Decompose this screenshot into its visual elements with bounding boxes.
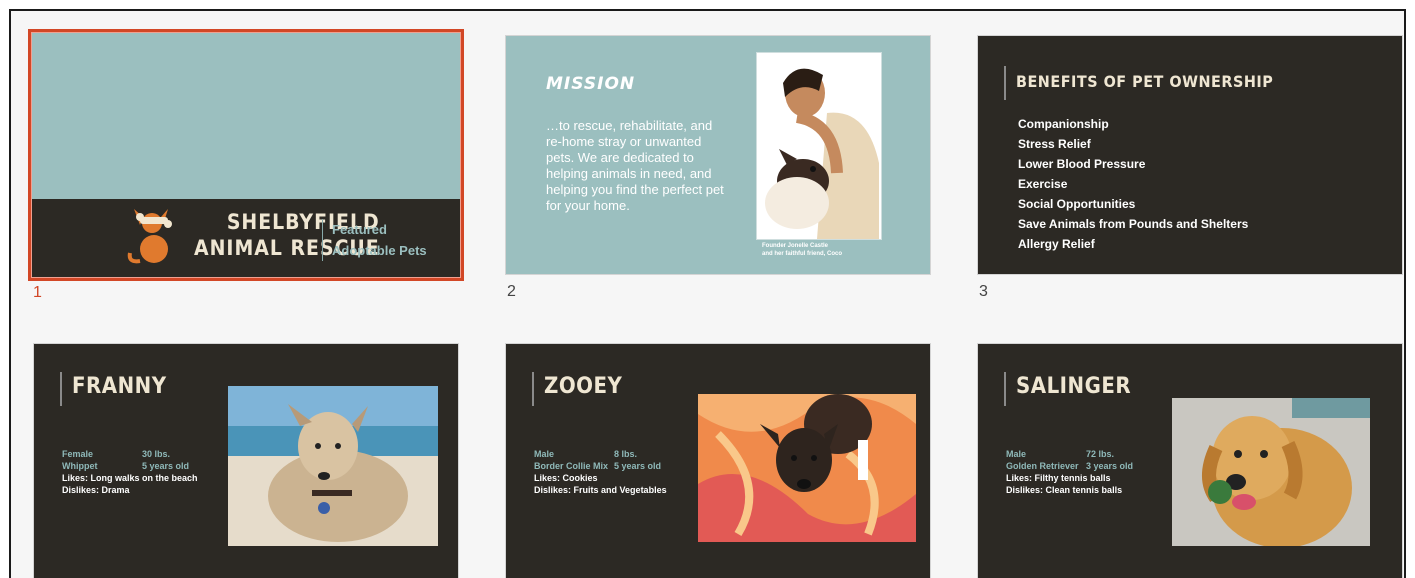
dog-breed: Whippet — [62, 461, 98, 471]
slide-2-canvas: MISSION …to rescue, rehabilitate, and re… — [505, 35, 931, 275]
slide-2-title: MISSION — [546, 74, 636, 94]
slide-thumbnail-6[interactable]: SALINGER Male 72 lbs. Golden Retriever 3 y… — [977, 343, 1403, 578]
dog-breed: Border Collie Mix — [534, 461, 609, 471]
list-item: Exercise — [1018, 177, 1068, 191]
mission-text: …to rescue, rehabilitate, and re-home st… — [546, 118, 724, 213]
slide-number: 1 — [33, 284, 42, 301]
slide-3-canvas: BENEFITS OF PET OWNERSHIP Companionship … — [977, 35, 1403, 275]
slide-1-canvas: SHELBYFIELD ANIMAL RESCUE Featured Adopt… — [28, 29, 464, 281]
founder-photo — [756, 52, 882, 240]
dog-photo — [698, 394, 916, 542]
dog-likes: Cookies — [562, 473, 598, 483]
list-item: Stress Relief — [1018, 137, 1091, 151]
dog-weight: 8 lbs. — [614, 449, 638, 459]
dog-age: 5 years old — [614, 461, 662, 471]
slide-4-canvas: FRANNY Female 30 lbs. Whippet 5 years old … — [33, 343, 459, 578]
list-item: Companionship — [1018, 117, 1109, 131]
slide-number: 3 — [979, 283, 988, 300]
title-accent-bar — [60, 372, 62, 406]
list-item: Social Opportunities — [1018, 197, 1136, 211]
dog-details: Female 30 lbs. Whippet 5 years old Likes: … — [62, 449, 198, 495]
dog-weight: 72 lbs. — [1086, 449, 1115, 459]
slide-3-title: BENEFITS OF PET OWNERSHIP — [1016, 72, 1274, 91]
dog-logo-icon — [127, 209, 172, 264]
slide-thumbnail-3[interactable]: BENEFITS OF PET OWNERSHIP Companionship … — [977, 35, 1403, 300]
benefits-list: Companionship Stress Relief Lower Blood … — [1018, 114, 1248, 254]
dog-name: ZOOEY — [544, 374, 623, 399]
dog-weight: 30 lbs. — [142, 449, 171, 459]
dog-photo — [228, 386, 438, 546]
dog-dislikes: Fruits and Vegetables — [573, 485, 667, 495]
title-divider — [322, 219, 323, 261]
slide-number: 2 — [507, 283, 516, 300]
list-item: Save Animals from Pounds and Shelters — [1018, 217, 1249, 231]
dog-sex: Female — [62, 449, 94, 459]
dog-details: Male 8 lbs. Border Collie Mix 5 years old … — [534, 449, 667, 495]
slide-thumbnail-2[interactable]: MISSION …to rescue, rehabilitate, and re… — [505, 35, 931, 300]
title-accent-bar — [532, 372, 534, 406]
slide-sorter-view: SHELBYFIELD ANIMAL RESCUE Featured Adopt… — [9, 9, 1406, 578]
title-accent-bar — [1004, 66, 1006, 100]
slide-6-canvas: SALINGER Male 72 lbs. Golden Retriever 3 y… — [977, 343, 1403, 578]
dog-age: 5 years old — [142, 461, 190, 471]
dog-photo — [1172, 398, 1370, 546]
slide-5-canvas: ZOOEY Male 8 lbs. Border Collie Mix 5 year… — [505, 343, 931, 578]
photo-caption: Founder Jonelle Castle and her faithful … — [762, 243, 843, 257]
list-item: Allergy Relief — [1018, 237, 1095, 251]
dog-age: 3 years old — [1086, 461, 1134, 471]
dog-dislikes: Clean tennis balls — [1045, 485, 1123, 495]
slide-1-subtitle: Featured Adoptable Pets — [332, 222, 427, 258]
dog-sex: Male — [1006, 449, 1027, 459]
slide-thumbnail-4[interactable]: FRANNY Female 30 lbs. Whippet 5 years old … — [33, 343, 459, 578]
list-item: Lower Blood Pressure — [1018, 157, 1146, 171]
dog-sex: Male — [534, 449, 555, 459]
dog-breed: Golden Retriever — [1006, 461, 1079, 471]
dog-likes: Long walks on the beach — [90, 473, 198, 483]
dog-dislikes: Drama — [101, 485, 130, 495]
slide-thumbnail-5[interactable]: ZOOEY Male 8 lbs. Border Collie Mix 5 year… — [505, 343, 931, 578]
slide-thumbnail-1[interactable]: SHELBYFIELD ANIMAL RESCUE Featured Adopt… — [28, 29, 464, 301]
dog-name: FRANNY — [72, 374, 167, 399]
dog-likes: Filthy tennis balls — [1034, 473, 1111, 483]
person-with-dog-image — [757, 53, 881, 239]
title-accent-bar — [1004, 372, 1006, 406]
dog-details: Male 72 lbs. Golden Retriever 3 years old … — [1006, 449, 1134, 495]
dog-name: SALINGER — [1016, 374, 1132, 399]
title-band: SHELBYFIELD ANIMAL RESCUE Featured Adopt… — [32, 199, 460, 277]
